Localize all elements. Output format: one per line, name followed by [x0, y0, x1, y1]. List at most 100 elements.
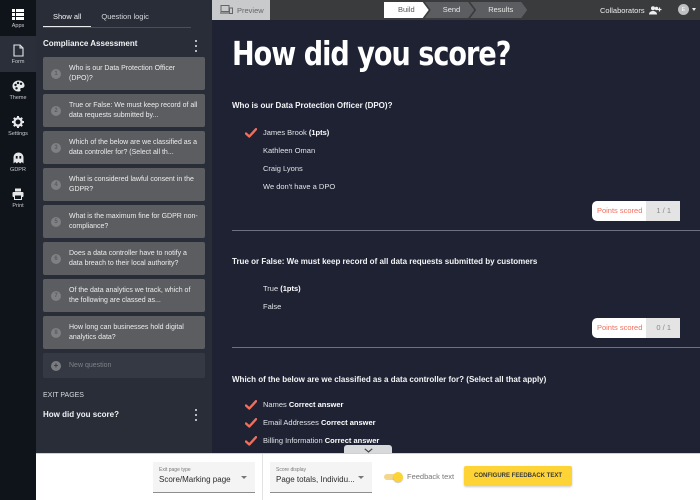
dropdown-caret-icon — [241, 476, 247, 479]
result-question: Who is our Data Protection Officer (DPO)… — [232, 101, 700, 196]
collaborators-label: Collaborators — [600, 5, 645, 15]
rail-label: Apps — [11, 23, 25, 29]
rail-item-print[interactable]: Print — [0, 180, 36, 216]
points-value: 0 / 1 — [646, 318, 680, 338]
answer-row: Billing Information Correct answer — [232, 432, 700, 450]
question-text: Of the data analytics we track, which of… — [69, 287, 191, 304]
answer-row: We don't have a DPO — [232, 178, 700, 196]
answer-row: Craig Lyons — [232, 160, 700, 178]
question-text: How long can businesses hold digital ana… — [69, 324, 184, 341]
feedback-text-toggle[interactable] — [384, 472, 403, 482]
exit-page-settings-bar: Exit page type Score/Marking page Score … — [36, 453, 700, 500]
answer-text: Billing Information — [263, 436, 323, 445]
ghost-icon — [11, 151, 25, 165]
result-question: True or False: We must keep record of al… — [232, 257, 700, 316]
question-number: 2 — [51, 105, 61, 116]
checkmark-icon — [245, 128, 257, 138]
apps-list-icon — [11, 7, 25, 21]
left-rail: Apps Form Theme Settings GDPR Print — [0, 0, 36, 500]
answer-list: True (1pts) False — [232, 280, 700, 316]
tab-show-all[interactable]: Show all — [43, 8, 92, 27]
question-item[interactable]: 5 What is the maximum fine for GDPR non-c… — [43, 205, 205, 238]
answer-text: True — [263, 284, 279, 293]
palette-icon — [11, 79, 25, 93]
exit-page-type-select[interactable]: Exit page type Score/Marking page — [153, 462, 255, 493]
select-value: Page totals, Individu... — [276, 475, 355, 484]
toggle-thumb — [393, 472, 403, 482]
add-people-icon — [648, 5, 662, 15]
points-label: Points scored — [591, 201, 647, 221]
dropdown-caret-icon — [358, 476, 364, 479]
plus-icon: + — [51, 360, 61, 371]
rail-item-theme[interactable]: Theme — [0, 72, 36, 108]
step-results[interactable]: Results — [470, 2, 527, 18]
preview-button[interactable]: Preview — [212, 0, 270, 20]
question-item[interactable]: 8 How long can businesses hold digital an… — [43, 316, 205, 349]
vertical-divider — [262, 454, 263, 500]
collaborators-button[interactable]: Collaborators — [600, 0, 662, 20]
preview-label: Preview — [237, 5, 264, 15]
rail-item-gdpr[interactable]: GDPR — [0, 144, 36, 180]
exit-page-item[interactable]: How did you score? — [43, 410, 119, 419]
form-title: Compliance Assessment — [43, 39, 138, 48]
answer-row: False — [232, 298, 700, 316]
question-sidebar: Show all Question logic Compliance Asses… — [36, 0, 212, 453]
rail-item-settings[interactable]: Settings — [0, 108, 36, 144]
question-item[interactable]: 4 What is considered lawful consent in th… — [43, 168, 205, 201]
form-menu-kebab-icon[interactable] — [193, 40, 199, 52]
question-item[interactable]: 3 Which of the below are we classified as… — [43, 131, 205, 164]
rail-item-apps[interactable]: Apps — [0, 0, 36, 36]
points-scored-badge: Points scored 0 / 1 — [591, 318, 680, 338]
rail-item-form[interactable]: Form — [0, 36, 36, 72]
question-item[interactable]: 6 Does a data controller have to notify a… — [43, 242, 205, 275]
question-item[interactable]: 1 Who is our Data Protection Officer (DPO… — [43, 57, 205, 90]
question-number: 7 — [51, 290, 61, 301]
new-question-button[interactable]: + New question — [43, 353, 205, 378]
exit-page-menu-kebab-icon[interactable] — [193, 409, 199, 421]
tab-question-logic[interactable]: Question logic — [91, 8, 159, 27]
question-text: True or False: We must keep record of al… — [69, 102, 198, 119]
answer-row: Kathleen Oman — [232, 142, 700, 160]
question-text: Who is our Data Protection Officer (DPO)… — [69, 65, 176, 82]
exit-page-preview: How did you score? Who is our Data Prote… — [212, 20, 700, 453]
feedback-text-label: Feedback text — [407, 472, 455, 481]
answer-text: We don't have a DPO — [263, 182, 336, 191]
section-divider — [232, 230, 700, 231]
question-number: 5 — [51, 216, 61, 227]
rail-label: Print — [12, 203, 24, 209]
question-text: Does a data controller have to notify a … — [69, 250, 187, 267]
question-text: Which of the below are we classified as … — [69, 139, 198, 156]
answer-row: Names Correct answer — [232, 396, 700, 414]
answer-text: Kathleen Oman — [263, 146, 316, 155]
question-heading: Who is our Data Protection Officer (DPO)… — [232, 101, 393, 110]
answer-status: Correct answer — [320, 418, 376, 427]
devices-icon — [220, 1, 233, 19]
question-text: What is considered lawful consent in the… — [69, 176, 194, 193]
select-value: Score/Marking page — [159, 475, 231, 484]
avatar-dropdown-caret-icon[interactable] — [692, 8, 696, 11]
answer-text: Craig Lyons — [263, 164, 303, 173]
rail-label: Settings — [8, 131, 28, 137]
rail-label: Form — [11, 59, 25, 65]
answer-status: Correct answer — [288, 400, 344, 409]
question-item[interactable]: 2 True or False: We must keep record of a… — [43, 94, 205, 127]
section-divider — [232, 347, 700, 348]
select-label: Score display — [276, 467, 307, 473]
top-bar: Preview Build Send Results Collaborators… — [212, 0, 700, 20]
step-build[interactable]: Build — [384, 2, 429, 18]
step-send[interactable]: Send — [425, 2, 475, 18]
question-number: 4 — [51, 179, 61, 190]
user-avatar[interactable]: E — [678, 4, 689, 15]
question-number: 8 — [51, 327, 61, 338]
question-number: 6 — [51, 253, 61, 264]
result-question: Which of the below are we classified as … — [232, 375, 700, 450]
configure-feedback-text-button[interactable]: CONFIGURE FEEDBACK TEXT — [464, 466, 572, 486]
score-display-select[interactable]: Score display Page totals, Individu... — [270, 462, 372, 493]
question-item[interactable]: 7 Of the data analytics we track, which o… — [43, 279, 205, 312]
chevron-down-icon — [363, 447, 373, 453]
new-question-label: New question — [69, 361, 112, 369]
question-heading: Which of the below are we classified as … — [232, 375, 547, 384]
answer-points: (1pts) — [308, 128, 330, 137]
app-root: Apps Form Theme Settings GDPR Print Show… — [0, 0, 700, 500]
points-label: Points scored — [591, 318, 647, 338]
